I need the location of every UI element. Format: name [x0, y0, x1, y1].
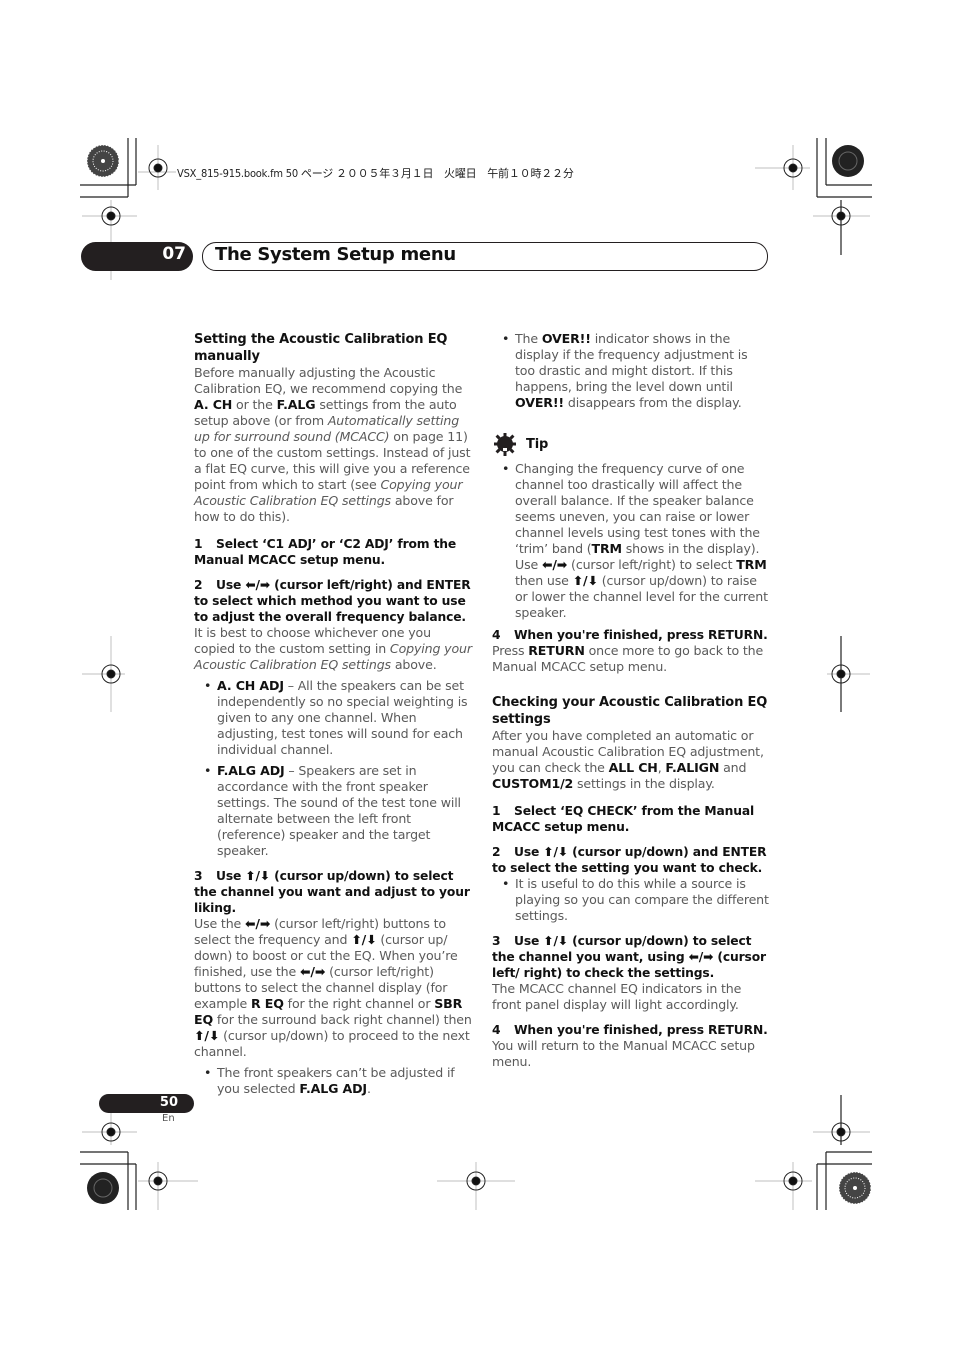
step-2-bullets: A. CH ADJ – All the speakers can be set …: [194, 678, 472, 859]
check-step-4-body: You will return to the Manual MCACC setu…: [492, 1038, 755, 1069]
list-item: F.ALG ADJ – Speakers are set in accordan…: [194, 763, 472, 859]
step-4-body: Press RETURN once more to go back to the…: [492, 643, 764, 674]
up-down-arrows-icon: ⬆/⬇: [572, 573, 598, 588]
step-3-bullets: The front speakers can’t be adjusted if …: [194, 1065, 472, 1097]
crop-marks: [80, 138, 872, 1210]
bold-term: SBR EQ: [194, 996, 463, 1027]
over-indicator-bullets: The OVER!! indicator shows in the displa…: [492, 331, 770, 411]
check-step-1: 1 Select ‘EQ CHECK’ from the Manual MCACC…: [492, 804, 755, 834]
step-1: 1 Select ‘C1 ADJ’ or ‘C2 ADJ’ from the Ma…: [194, 537, 457, 567]
bold-term: F.ALG ADJ: [299, 1081, 367, 1096]
bold-term: F.ALG: [276, 397, 316, 412]
up-down-arrows-icon: ⬆/⬇: [245, 869, 270, 883]
step-3: 3 Use ⬆/⬇ (cursor up/down) to select the …: [194, 869, 470, 915]
list-item: The front speakers can’t be adjusted if …: [194, 1065, 472, 1097]
list-item: A. CH ADJ – All the speakers can be set …: [194, 678, 472, 758]
print-header: VSX_815-915.book.fm 50 ページ ２００５年３月１日 火曜日…: [177, 167, 574, 180]
page-number: 50: [159, 1095, 178, 1110]
section-heading-checking: Checking your Acoustic Calibration EQ se…: [492, 695, 768, 727]
check-step-2: 2 Use ⬆/⬇ (cursor up/down) and ENTER to s…: [492, 845, 767, 875]
left-right-arrows-icon: ⬅/➡: [541, 557, 568, 572]
bold-term: OVER!!: [541, 331, 591, 346]
bold-term: F.ALIGN: [665, 760, 720, 775]
right-column: The OVER!! indicator shows in the displa…: [492, 331, 770, 1070]
left-right-arrows-icon: ⬅/➡: [245, 578, 270, 592]
left-right-arrows-icon: ⬅/➡: [245, 916, 271, 931]
step-2-body: It is best to choose whichever one you c…: [194, 625, 472, 672]
list-item: It is useful to do this while a source i…: [492, 876, 770, 924]
up-down-arrows-icon: ⬆/⬇: [543, 845, 568, 859]
chapter-title: The System Setup menu: [215, 244, 456, 265]
bold-term: OVER!!: [515, 395, 565, 410]
lightbulb-icon: [494, 433, 516, 456]
bold-term: CUSTOM1/2: [492, 776, 574, 791]
list-item: The OVER!! indicator shows in the displa…: [492, 331, 770, 411]
section-heading: Setting the Acoustic Calibration EQ manu…: [194, 332, 448, 364]
tip-label: Tip: [526, 437, 549, 452]
bold-term: TRM: [591, 541, 623, 556]
page-language: En: [162, 1113, 175, 1124]
bold-term: A. CH ADJ: [217, 678, 284, 693]
bold-term: TRM: [736, 557, 767, 572]
bold-term: R EQ: [251, 996, 284, 1011]
left-column: Setting the Acoustic Calibration EQ manu…: [194, 331, 472, 1102]
step-3-body: Use the ⬅/➡ (cursor left/right) buttons …: [194, 916, 472, 1059]
intro-paragraph: Before manually adjusting the Acoustic C…: [194, 365, 471, 524]
up-down-arrows-icon: ⬆/⬇: [194, 1028, 220, 1043]
cross-reference: Automatically setting up for surround so…: [194, 413, 460, 444]
bold-term: F.ALG ADJ: [217, 763, 285, 778]
up-down-arrows-icon: ⬆/⬇: [351, 932, 377, 947]
tip-header: Tip: [492, 433, 770, 457]
cross-reference: Copying your Acoustic Calibration EQ set…: [194, 477, 463, 508]
check-step-2-bullets: It is useful to do this while a source i…: [492, 876, 770, 924]
check-step-3-body: The MCACC channel EQ indicators in the f…: [492, 981, 742, 1012]
check-step-4: 4 When you're finished, press RETURN.: [492, 1023, 768, 1037]
up-down-arrows-icon: ⬆/⬇: [543, 934, 568, 948]
step-4: 4 When you're finished, press RETURN.: [492, 628, 768, 642]
left-right-arrows-icon: ⬅/➡: [688, 950, 714, 964]
page-number-badge: [99, 1094, 194, 1113]
list-item: Changing the frequency curve of one chan…: [492, 461, 770, 621]
step-2: 2 Use ⬅/➡ (cursor left/right) and ENTER t…: [194, 578, 471, 624]
bold-term: ALL CH: [608, 760, 658, 775]
tip-bullets: Changing the frequency curve of one chan…: [492, 461, 770, 621]
bold-term: A. CH: [194, 397, 233, 412]
bold-term: RETURN: [528, 643, 585, 658]
chapter-number: 07: [162, 244, 186, 264]
checking-intro: After you have completed an automatic or…: [492, 728, 764, 791]
left-right-arrows-icon: ⬅/➡: [299, 964, 326, 979]
check-step-3: 3 Use ⬆/⬇ (cursor up/down) to select the …: [492, 934, 766, 980]
cross-reference: Copying your Acoustic Calibration EQ set…: [194, 641, 472, 672]
